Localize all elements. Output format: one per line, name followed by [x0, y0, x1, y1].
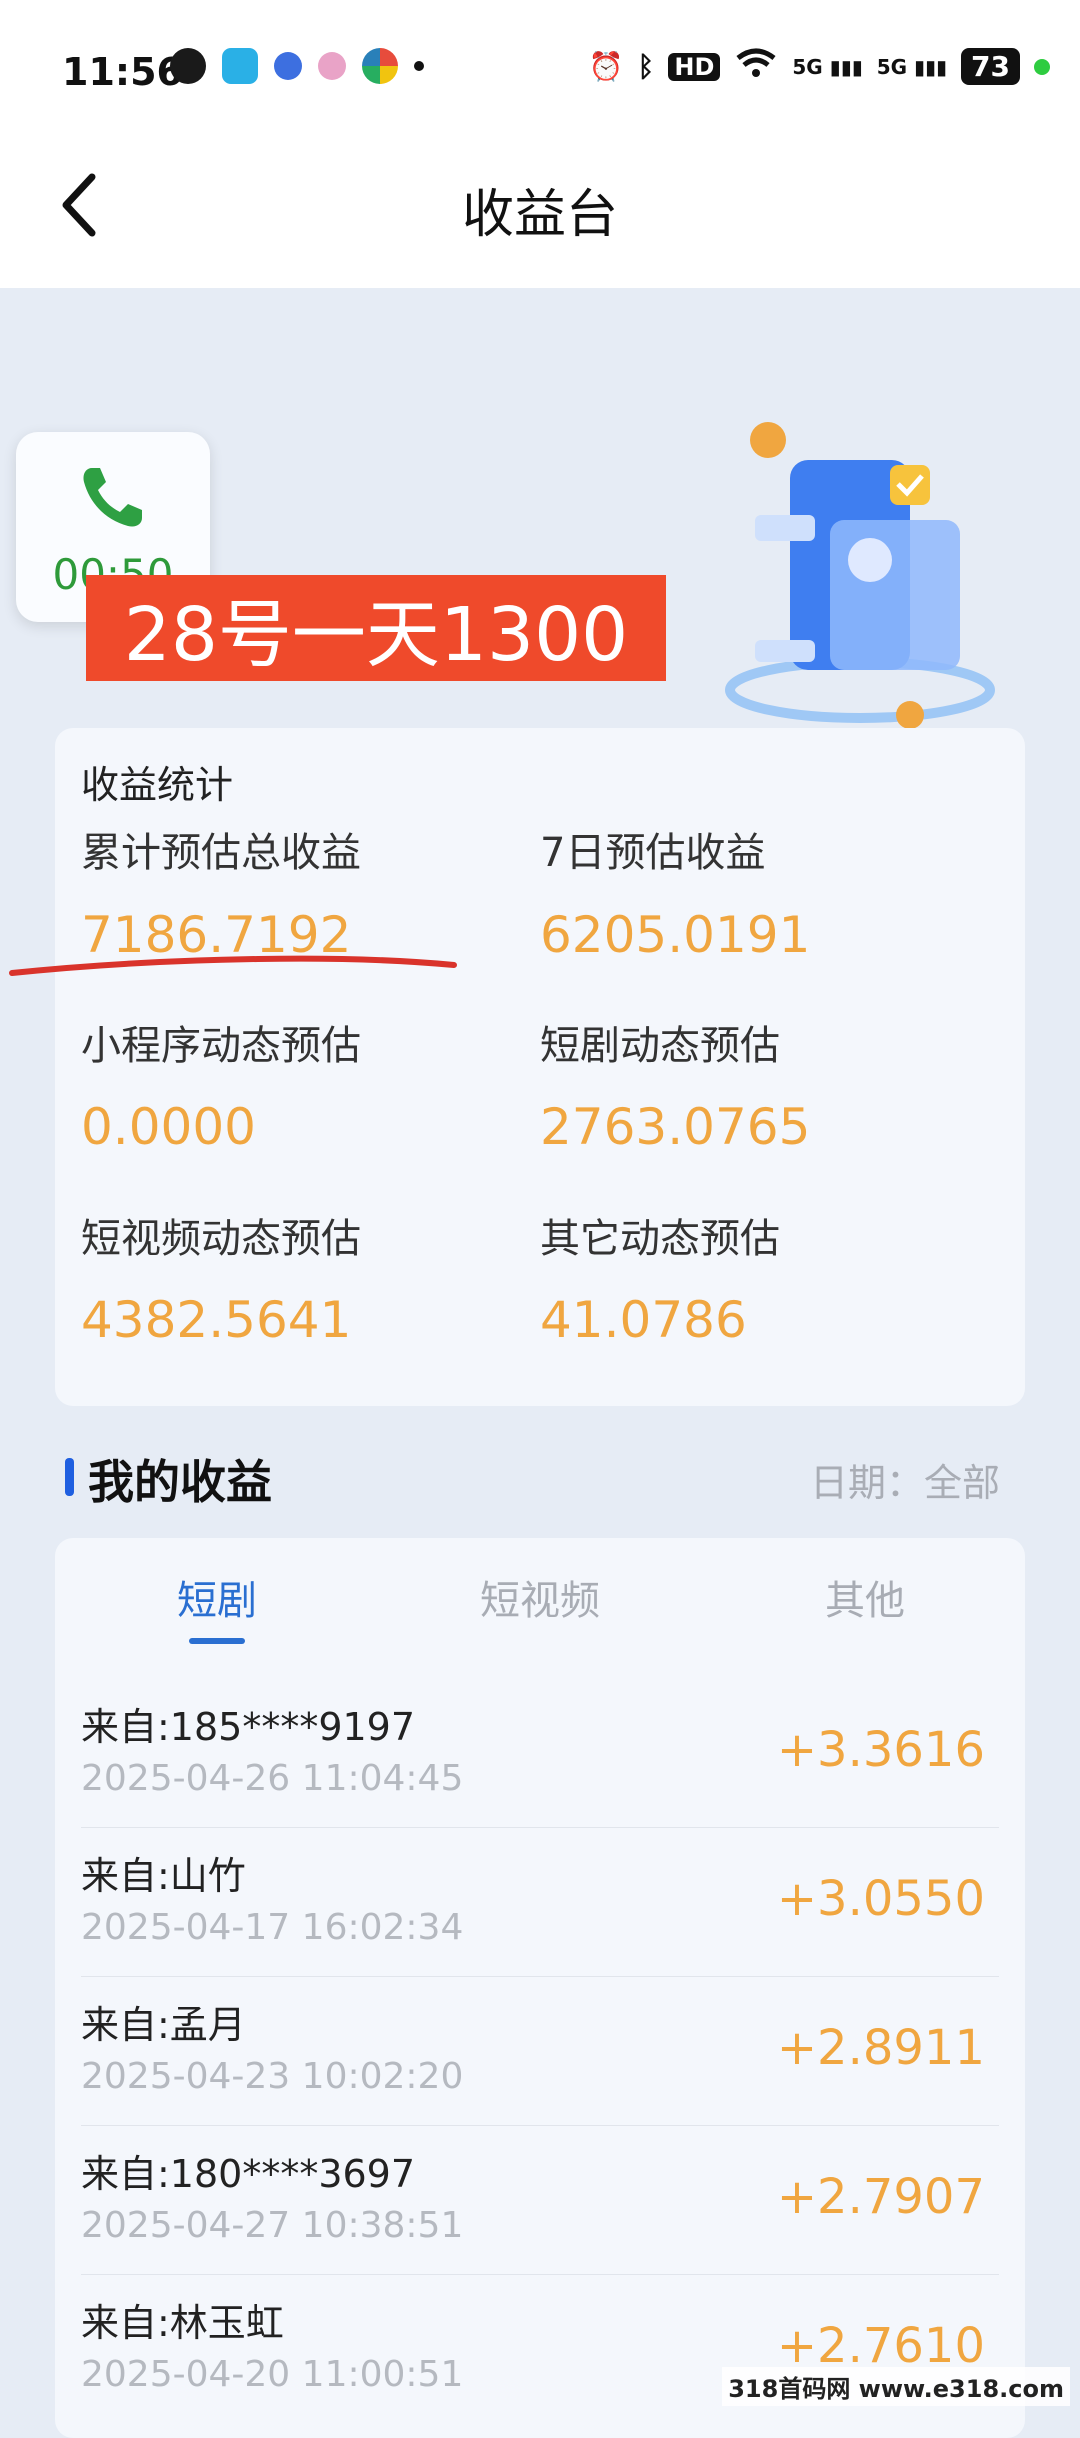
red-underline-mark [9, 955, 457, 976]
phone-icon [83, 468, 142, 527]
hd-icon: HD [668, 52, 721, 81]
status-time: 11:56 [62, 50, 183, 94]
stats-card: 收益统计 累计预估总收益 7186.7192 7日预估收益 6205.0191 … [55, 728, 1025, 1406]
watermark: 318首码网 www.e318.com [722, 2367, 1070, 2406]
earning-row[interactable]: 来自:孟月 2025-04-23 10:02:20 +2.8911 [81, 1976, 999, 2126]
status-app-icons [170, 48, 424, 84]
stat-shortvideo-label: 短视频动态预估 [81, 1216, 361, 1262]
row-source: 来自:180****3697 [81, 2152, 416, 2196]
status-indicators: ⏰ ᛒ HD 5G ▮▮▮ 5G ▮▮▮ 73 [589, 46, 1050, 87]
row-amount: +2.8911 [776, 2020, 985, 2076]
promo-banner: 28号一天1300 [86, 575, 666, 681]
browser-icon [362, 48, 398, 84]
tab-short-drama[interactable]: 短剧 [177, 1568, 257, 1626]
app-dot-icon [318, 52, 346, 80]
stat-miniprogram-label: 小程序动态预估 [81, 1023, 361, 1069]
wifi-icon [734, 46, 778, 87]
earning-row[interactable]: 来自:山竹 2025-04-17 16:02:34 +3.0550 [81, 1827, 999, 1977]
row-source: 来自:孟月 [81, 2003, 246, 2047]
page-title: 收益台 [461, 185, 618, 245]
row-source: 来自:山竹 [81, 1854, 246, 1898]
row-amount: +3.3616 [776, 1722, 985, 1778]
stat-other-label: 其它动态预估 [540, 1216, 780, 1262]
date-filter[interactable]: 日期：全部 [810, 1452, 1000, 1507]
privacy-indicator-icon [1034, 58, 1050, 75]
stat-shortdrama-value: 2763.0765 [540, 1098, 811, 1156]
stat-other-value: 41.0786 [540, 1291, 747, 1349]
app-notification-icon [222, 48, 258, 84]
earnings-illustration [700, 410, 1000, 730]
row-timestamp: 2025-04-23 10:02:20 [81, 2056, 464, 2097]
row-amount: +2.7907 [776, 2169, 985, 2225]
row-amount: +3.0550 [776, 1871, 985, 1927]
stat-7day-label: 7日预估收益 [540, 830, 766, 876]
row-timestamp: 2025-04-20 11:00:51 [81, 2354, 464, 2395]
tab-short-video[interactable]: 短视频 [480, 1568, 600, 1626]
stat-total-label: 累计预估总收益 [81, 830, 361, 876]
row-source: 来自:185****9197 [81, 1705, 416, 1749]
active-tab-indicator [189, 1638, 245, 1644]
stat-7day-value: 6205.0191 [540, 906, 811, 964]
row-source: 来自:林玉虹 [81, 2301, 284, 2345]
status-bar: 11:56 ⏰ ᛒ HD 5G ▮▮▮ 5G ▮▮▮ 73 [0, 0, 1080, 140]
signal-5g-icon-2: 5G ▮▮▮ [876, 54, 948, 79]
more-dot-icon [414, 61, 424, 71]
alarm-icon: ⏰ [588, 50, 624, 83]
stat-shortvideo-value: 4382.5641 [81, 1291, 352, 1349]
baidu-icon [274, 52, 302, 80]
wechat-icon [170, 48, 206, 84]
earning-row[interactable]: 来自:180****3697 2025-04-27 10:38:51 +2.79… [81, 2125, 999, 2275]
earnings-card: 短剧 短视频 其他 来自:185****9197 2025-04-26 11:0… [55, 1538, 1025, 2438]
row-timestamp: 2025-04-27 10:38:51 [81, 2205, 464, 2246]
section-title: 我的收益 [88, 1455, 272, 1509]
tab-other[interactable]: 其他 [825, 1568, 905, 1626]
row-timestamp: 2025-04-17 16:02:34 [81, 1907, 464, 1948]
section-accent-bar [65, 1458, 74, 1496]
stat-miniprogram-value: 0.0000 [81, 1098, 256, 1156]
row-timestamp: 2025-04-26 11:04:45 [81, 1758, 464, 1799]
battery-icon: 73 [961, 48, 1020, 85]
row-amount: +2.7610 [776, 2318, 985, 2374]
earning-row[interactable]: 来自:185****9197 2025-04-26 11:04:45 +3.36… [81, 1678, 999, 1828]
signal-5g-icon: 5G ▮▮▮ [792, 54, 863, 79]
stat-shortdrama-label: 短剧动态预估 [540, 1023, 780, 1069]
bluetooth-icon: ᛒ [637, 50, 655, 83]
stats-title: 收益统计 [81, 763, 234, 807]
